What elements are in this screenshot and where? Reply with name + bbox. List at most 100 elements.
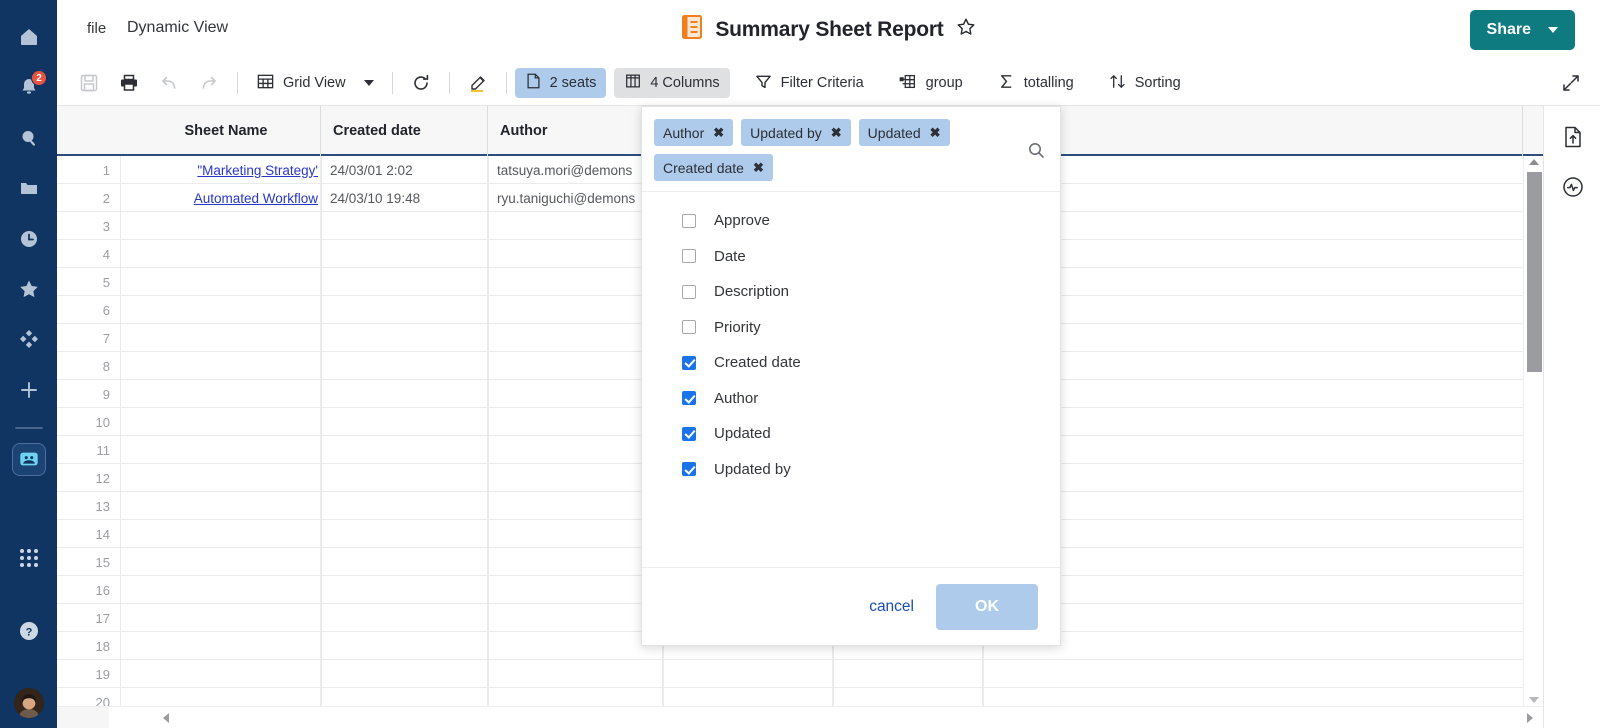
- table-cell[interactable]: [120, 604, 321, 632]
- checkbox-unchecked-icon[interactable]: [682, 213, 696, 228]
- refresh-icon[interactable]: [401, 61, 441, 106]
- table-cell[interactable]: [488, 380, 663, 408]
- close-icon[interactable]: ✖: [930, 125, 941, 141]
- sorting-button[interactable]: Sorting: [1098, 68, 1191, 98]
- help-icon[interactable]: ?: [0, 605, 57, 655]
- table-cell[interactable]: [120, 380, 321, 408]
- table-cell[interactable]: [488, 492, 663, 520]
- create-plus-icon[interactable]: [0, 365, 57, 415]
- table-cell[interactable]: [983, 436, 1537, 464]
- ok-button[interactable]: OK: [936, 583, 1038, 630]
- table-cell[interactable]: "Marketing Strategy': [120, 156, 321, 184]
- table-cell[interactable]: [321, 240, 488, 268]
- horizontal-scrollbar[interactable]: [57, 706, 1543, 728]
- table-cell[interactable]: 24/03/01 2:02: [321, 156, 488, 184]
- cancel-button[interactable]: cancel: [869, 598, 914, 616]
- checkbox-unchecked-icon[interactable]: [682, 249, 696, 264]
- table-cell[interactable]: [321, 408, 488, 436]
- column-option-row[interactable]: Priority: [642, 310, 1060, 346]
- selected-column-chip[interactable]: Updated ✖: [858, 119, 950, 146]
- checkbox-checked-icon[interactable]: [682, 426, 696, 441]
- column-option-row[interactable]: Updated by: [642, 452, 1060, 488]
- upload-file-icon[interactable]: [1544, 112, 1600, 162]
- table-cell[interactable]: [488, 268, 663, 296]
- table-cell[interactable]: [983, 380, 1537, 408]
- table-cell[interactable]: [983, 408, 1537, 436]
- table-cell[interactable]: [321, 380, 488, 408]
- column-option-row[interactable]: Description: [642, 274, 1060, 310]
- table-cell[interactable]: [983, 660, 1537, 688]
- star-outline-icon[interactable]: [955, 16, 977, 43]
- table-cell[interactable]: [488, 296, 663, 324]
- table-cell[interactable]: [321, 296, 488, 324]
- close-icon[interactable]: ✖: [713, 125, 724, 141]
- grid-header-author[interactable]: Author: [488, 106, 663, 156]
- close-icon[interactable]: ✖: [831, 125, 842, 141]
- table-cell[interactable]: [321, 492, 488, 520]
- column-option-row[interactable]: Date: [642, 239, 1060, 275]
- table-cell[interactable]: [120, 268, 321, 296]
- table-cell[interactable]: [488, 604, 663, 632]
- table-cell[interactable]: [321, 520, 488, 548]
- save-icon[interactable]: [69, 61, 109, 106]
- table-cell[interactable]: ryu.taniguchi@demons: [488, 184, 663, 212]
- recents-clock-icon[interactable]: [0, 214, 57, 264]
- notifications-icon[interactable]: 2: [0, 62, 57, 112]
- table-cell[interactable]: [321, 436, 488, 464]
- table-cell[interactable]: [120, 296, 321, 324]
- table-cell[interactable]: [321, 464, 488, 492]
- search-icon[interactable]: [0, 113, 57, 163]
- print-icon[interactable]: [109, 61, 149, 106]
- table-cell[interactable]: Automated Workflow: [120, 184, 321, 212]
- table-cell[interactable]: [321, 632, 488, 660]
- table-cell[interactable]: [488, 352, 663, 380]
- table-cell[interactable]: [321, 324, 488, 352]
- table-cell[interactable]: [983, 184, 1537, 212]
- expand-icon[interactable]: [1560, 72, 1582, 99]
- table-cell[interactable]: [321, 212, 488, 240]
- scroll-down-arrow[interactable]: [1529, 697, 1539, 703]
- table-cell[interactable]: [983, 156, 1537, 184]
- grid-view-selector[interactable]: Grid View: [246, 68, 384, 98]
- column-option-row[interactable]: Approve: [642, 203, 1060, 239]
- share-button[interactable]: Share: [1469, 10, 1575, 50]
- scroll-right-arrow[interactable]: [1527, 713, 1533, 723]
- table-cell[interactable]: [983, 632, 1537, 660]
- table-cell[interactable]: [488, 548, 663, 576]
- scroll-left-arrow[interactable]: [163, 713, 169, 723]
- table-cell[interactable]: [983, 212, 1537, 240]
- table-cell[interactable]: [983, 240, 1537, 268]
- undo-icon[interactable]: [149, 61, 189, 106]
- table-cell[interactable]: [321, 576, 488, 604]
- favorites-star-icon[interactable]: [0, 264, 57, 314]
- workapps-diamond-icon[interactable]: [0, 314, 57, 364]
- grid-header-sheet-name[interactable]: Sheet Name: [120, 106, 321, 156]
- table-cell[interactable]: [488, 632, 663, 660]
- home-icon[interactable]: [0, 12, 57, 62]
- table-cell[interactable]: [488, 324, 663, 352]
- table-cell[interactable]: [120, 436, 321, 464]
- table-cell[interactable]: [120, 492, 321, 520]
- table-cell[interactable]: [120, 324, 321, 352]
- checkbox-checked-icon[interactable]: [682, 391, 696, 406]
- table-cell[interactable]: [120, 632, 321, 660]
- table-row[interactable]: 19: [57, 660, 1543, 688]
- table-cell[interactable]: [488, 212, 663, 240]
- group-button[interactable]: group: [888, 68, 973, 98]
- table-cell[interactable]: [321, 548, 488, 576]
- table-cell[interactable]: [321, 268, 488, 296]
- avatar[interactable]: [0, 678, 57, 728]
- column-option-row[interactable]: Author: [642, 381, 1060, 417]
- columns-button[interactable]: 4 Columns: [614, 68, 730, 98]
- app-grid-icon[interactable]: [0, 533, 57, 583]
- selected-column-chip[interactable]: Updated by ✖: [741, 119, 851, 146]
- checkbox-unchecked-icon[interactable]: [682, 284, 696, 299]
- table-cell[interactable]: [983, 464, 1537, 492]
- seats-button[interactable]: 2 seats: [514, 68, 607, 98]
- folder-icon[interactable]: [0, 163, 57, 213]
- filter-criteria-button[interactable]: Filter Criteria: [744, 68, 874, 98]
- table-cell[interactable]: [983, 576, 1537, 604]
- grid-header-col6[interactable]: [983, 106, 1523, 156]
- table-cell[interactable]: [663, 660, 833, 688]
- scroll-up-arrow[interactable]: [1529, 159, 1539, 165]
